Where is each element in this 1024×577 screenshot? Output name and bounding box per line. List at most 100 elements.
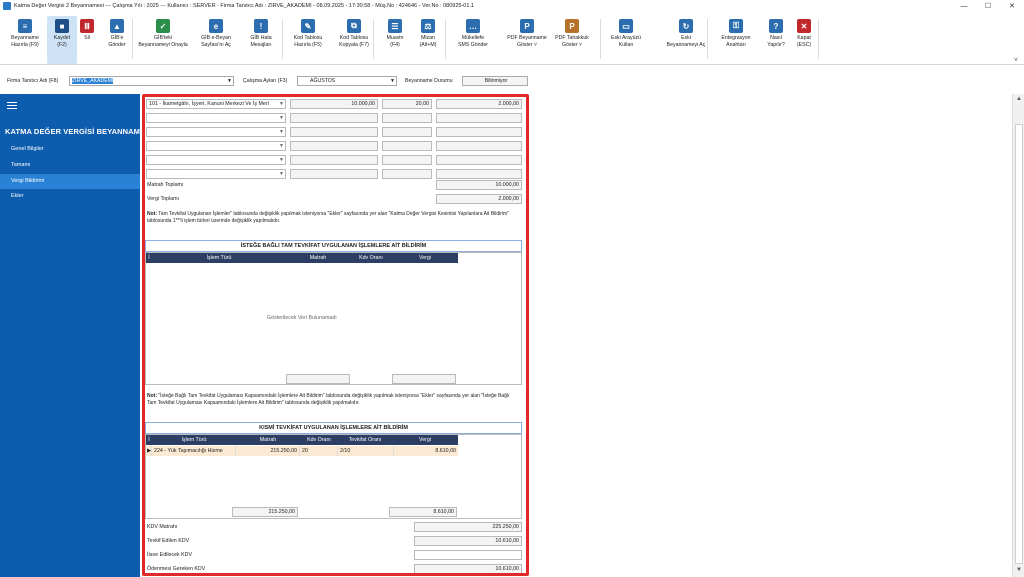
gib-ebeyan-button[interactable]: e GİB e-Beyan Sayfası'nı Aç (193, 16, 239, 64)
kismi-matrah-total: 215.250,00 (232, 507, 298, 517)
summary-value[interactable] (414, 550, 522, 560)
toolbar-button-label: GİB e-Beyan Sayfası'nı Aç (201, 35, 231, 48)
islem-turu-select-value: 101 - İkametgâhı, İşyeri, Kanuni Merkezi… (149, 101, 269, 107)
toolbar-separator (707, 19, 708, 59)
column-header[interactable]: İşlem Türü (152, 253, 286, 263)
column-header[interactable]: Matrah (286, 253, 350, 263)
section-kismi-tevkifat-title: KISMİ TEVKİFAT UYGULANAN İŞLEMLERE AİT B… (145, 422, 522, 434)
hamburger-icon[interactable] (7, 102, 17, 109)
vergi-field[interactable]: 2.000,00 (436, 99, 522, 109)
kdv-orani-field[interactable] (382, 169, 432, 179)
kdv-orani-field[interactable] (382, 141, 432, 151)
matrah-field[interactable] (290, 169, 378, 179)
column-header[interactable]: İşlem Türü (152, 435, 236, 445)
islem-turu-select[interactable]: ▼ (146, 113, 286, 123)
kaydet-button[interactable]: ■ Kaydet (F2) (47, 16, 77, 64)
vergi-field[interactable] (436, 113, 522, 123)
vergi-field[interactable] (436, 155, 522, 165)
collapse-ribbon-icon[interactable]: ˅ (1014, 57, 1018, 64)
eski-arayuz-button[interactable]: ▭ Eski Arayüzü Kullan (604, 16, 648, 64)
kdv-orani-field[interactable] (382, 113, 432, 123)
matrah-field[interactable] (290, 141, 378, 151)
key-icon: ⚿ (729, 19, 743, 33)
column-header[interactable]: Tevkifat Oranı (338, 435, 392, 445)
sms-gonder-button[interactable]: … Mükellefe SMS Gönder (446, 16, 500, 64)
pdf-beyanname-button[interactable]: P PDF Beyanname Göster ˅ (505, 16, 549, 64)
row-islem-turu[interactable]: 224 - Yük Taşımacılığı Hizme (152, 446, 236, 456)
note-2-text: "İsteğe Bağlı Tam Tevkifat Uygulaması Ka… (147, 393, 510, 406)
mizan-button[interactable]: ⚖ Mizan (Alt+M) (412, 16, 444, 64)
kdv-orani-field[interactable] (382, 155, 432, 165)
matrah-field[interactable]: 10.000,00 (290, 99, 378, 109)
vertical-scrollbar[interactable]: ▲ ▼ (1012, 94, 1024, 577)
sidebar-title: KATMA DEĞER VERGİSİ BEYANNAM... (5, 127, 147, 136)
toolbar-button-label: PDF Beyanname Göster ˅ (507, 35, 547, 48)
scroll-up-icon[interactable]: ▲ (1015, 96, 1023, 104)
row-matrah[interactable]: 215.250,00 (236, 446, 300, 456)
kod-tablosu-kopyala-button[interactable]: ⧉ Kod Tablosu Kopyala (F7) (331, 16, 377, 64)
firma-select[interactable]: ZIRVE_AKADEMI ▼ (69, 76, 234, 86)
table-row[interactable]: ▶ 224 - Yük Taşımacılığı Hizme 215.250,0… (146, 446, 458, 456)
toolbar-button-label: Nasıl Yapılır? (767, 35, 785, 48)
chevron-down-icon: ▼ (279, 157, 284, 163)
scroll-down-icon[interactable]: ▼ (1015, 567, 1023, 575)
row-kdv-orani[interactable]: 20 (300, 446, 338, 456)
ay-value: AĞUSTOS (310, 78, 336, 84)
row-tevkifat-orani[interactable]: 2/10 (338, 446, 394, 456)
column-header[interactable]: Kdv Oranı (300, 435, 338, 445)
sidebar-item-genel-bilgiler[interactable]: Genel Bilgiler (0, 142, 140, 157)
toolbar: ≡ Beyanname Hazırla (F9) ■ Kaydet (F2) Ⅲ Sil ▲… (0, 13, 1024, 65)
beyanname-hazirla-button[interactable]: ≡ Beyanname Hazırla (F9) (4, 16, 46, 64)
matrah-field[interactable] (290, 113, 378, 123)
scroll-thumb[interactable] (1015, 124, 1023, 564)
islem-turu-select[interactable]: 101 - İkametgâhı, İşyeri, Kanuni Merkezi… (146, 99, 286, 109)
column-header[interactable]: Vergi (392, 253, 458, 263)
sidebar-item-tamami[interactable]: Tamamı (0, 158, 140, 173)
note-1-text: Tam Tevkifat Uygulanan İşlemler" tablosu… (147, 211, 509, 224)
summary-value: 225.250,00 (414, 522, 522, 532)
islem-turu-select[interactable]: ▼ (146, 141, 286, 151)
toolbar-button-label: Mizan (Alt+M) (419, 35, 437, 48)
kdv-orani-field[interactable]: 20,00 (382, 99, 432, 109)
nasil-yapilir-button[interactable]: ? Nasıl Yapılır? (763, 16, 789, 64)
kod-tablosu-hazirla-button[interactable]: ✎ Kod Tablosu Hazırla (F5) (287, 16, 329, 64)
vergi-field[interactable] (436, 141, 522, 151)
save-icon: ■ (55, 19, 69, 33)
sil-button[interactable]: Ⅲ Sil (77, 16, 97, 64)
toolbar-button-label: GİB Hata Mesajları (250, 35, 272, 48)
matrah-field[interactable] (290, 127, 378, 137)
minimize-button[interactable]: — (952, 0, 976, 12)
column-header[interactable]: Vergi (392, 435, 458, 445)
kdv-orani-field[interactable] (382, 127, 432, 137)
note-2-prefix: Not: (147, 393, 157, 399)
eski-beyanname-button[interactable]: ↻ Eski Beyannameyi Aç (662, 16, 710, 64)
warning-icon: ! (254, 19, 268, 33)
islem-turu-select[interactable]: ▼ (146, 127, 286, 137)
kdv-orani-field-value: 20,00 (415, 101, 429, 107)
column-header[interactable]: Matrah (236, 435, 300, 445)
muavin-button[interactable]: ☰ Muavin (F4) (380, 16, 410, 64)
maximize-button[interactable]: ☐ (976, 0, 1000, 12)
toolbar-separator (600, 19, 601, 59)
gib-hata-button[interactable]: ! GİB Hata Mesajları (240, 16, 282, 64)
sidebar-item-vergi-bildirimi[interactable]: Vergi Bildirimi (0, 174, 140, 189)
matrah-field[interactable] (290, 155, 378, 165)
column-header[interactable]: Kdv Oranı (350, 253, 392, 263)
vergi-field[interactable] (436, 127, 522, 137)
gibe-gonder-button[interactable]: ▲ GİB'e Gönder (100, 16, 134, 64)
close-window-button[interactable]: ✕ (1000, 0, 1024, 12)
islem-turu-select[interactable]: ▼ (146, 155, 286, 165)
sidebar-item-ekler[interactable]: Ekler (0, 189, 140, 204)
help-icon: ? (769, 19, 783, 33)
entegrasyon-button[interactable]: ⚿ Entegrasyon Anahtarı (714, 16, 758, 64)
gib-onayla-button[interactable]: ✓ GİB'teki Beyannameyi Onayla (135, 16, 191, 64)
kapat-button[interactable]: ✕ Kapat (ESC) (790, 16, 818, 64)
vergi-field[interactable] (436, 169, 522, 179)
edit-icon: ✎ (301, 19, 315, 33)
islem-turu-select[interactable]: ▼ (146, 169, 286, 179)
row-vergi[interactable]: 8.610,00 (394, 446, 458, 456)
pdf-icon: P (565, 19, 579, 33)
toolbar-separator (373, 19, 374, 59)
pdf-tahakkuk-button[interactable]: P PDF Tahakkuk Göster ˅ (548, 16, 596, 64)
ay-select[interactable]: AĞUSTOS ▼ (297, 76, 397, 86)
